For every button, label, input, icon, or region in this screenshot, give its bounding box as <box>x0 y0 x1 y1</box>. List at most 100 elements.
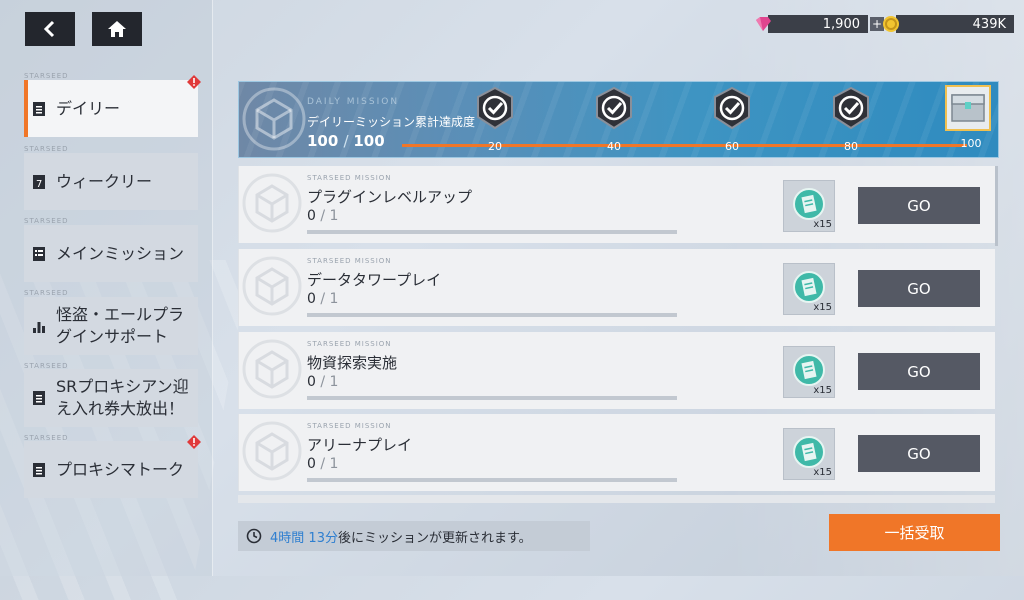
mission-name: データタワープレイ <box>307 271 442 289</box>
mission-name: プラグインレベルアップ <box>307 188 473 206</box>
milestone-80[interactable]: 80 <box>829 86 873 153</box>
mission-list-icon <box>33 246 45 261</box>
next-mission-row-edge <box>238 495 995 503</box>
cube-icon <box>242 87 306 151</box>
mission-row: STARSEED MISSION プラグインレベルアップ 0 / 1 x15 G… <box>238 166 995 243</box>
ticket-coin-icon <box>793 354 825 386</box>
timer-hours: 4時間 <box>270 530 305 546</box>
banner-title: デイリーミッション累計達成度 <box>307 115 476 129</box>
sidebar-item-weekly[interactable]: 7 ウィークリー <box>24 153 198 210</box>
milestone-40[interactable]: 40 <box>592 86 636 153</box>
ticket-coin-icon <box>793 271 825 303</box>
gem-count: 1,900 <box>768 15 868 33</box>
document-icon <box>33 462 45 477</box>
clock-icon <box>246 528 262 544</box>
progress-separator: / <box>315 208 330 224</box>
go-button[interactable]: GO <box>858 270 980 307</box>
reward-item[interactable]: x15 <box>783 346 835 398</box>
final-milestone-value: 100 <box>960 137 982 150</box>
mission-progress-current: 0 <box>307 456 316 472</box>
go-button[interactable]: GO <box>858 187 980 224</box>
check-badge-icon <box>833 86 869 130</box>
reward-quantity: x15 <box>813 385 832 396</box>
mission-progress-current: 0 <box>307 291 316 307</box>
milestone-value: 20 <box>488 140 502 153</box>
gem-icon <box>756 17 771 31</box>
banner-progress-current: 100 <box>307 132 339 150</box>
document-icon <box>33 101 45 116</box>
mission-progress: 0 / 1 <box>307 291 338 307</box>
mission-tag: STARSEED MISSION <box>307 422 392 430</box>
milestone-value: 60 <box>725 140 739 153</box>
cube-icon <box>242 421 302 481</box>
go-button[interactable]: GO <box>858 353 980 390</box>
mission-progress-total: 1 <box>329 374 339 390</box>
banner-progress-count: 100 / 100 <box>307 132 385 150</box>
mission-tag: STARSEED MISSION <box>307 257 392 265</box>
chevron-left-icon <box>43 20 55 38</box>
cube-icon <box>242 173 302 233</box>
progress-separator: / <box>315 291 330 307</box>
bar-chart-icon <box>33 322 45 333</box>
mission-progress-total: 1 <box>329 208 339 224</box>
calendar-icon: 7 <box>33 174 45 190</box>
ticket-coin-icon <box>793 436 825 468</box>
alert-icon <box>187 75 201 89</box>
check-badge-icon <box>477 86 513 130</box>
home-icon <box>108 21 126 37</box>
sidebar-item-plugin-support[interactable]: 怪盗・エールプラグインサポート <box>24 297 198 355</box>
coin-count: 439K <box>896 15 1014 33</box>
reward-quantity: x15 <box>813 467 832 478</box>
sidebar-item-label: プロキシマトーク <box>56 459 185 479</box>
milestone-20[interactable]: 20 <box>473 86 517 153</box>
mission-progress-bar <box>307 478 677 482</box>
cube-icon <box>242 256 302 316</box>
mission-progress-total: 1 <box>329 456 339 472</box>
mission-tag: STARSEED MISSION <box>307 174 392 182</box>
mission-progress: 0 / 1 <box>307 456 338 472</box>
sidebar-item-tag: STARSEED <box>24 145 69 153</box>
sidebar-item-tag: STARSEED <box>24 217 69 225</box>
banner-progress-total: 100 <box>353 132 385 150</box>
mission-progress-current: 0 <box>307 208 316 224</box>
daily-progress-banner: DAILY MISSION デイリーミッション累計達成度 100 / 100 2… <box>238 81 999 158</box>
scrollbar[interactable] <box>995 166 998 246</box>
mission-name: アリーナプレイ <box>307 436 413 454</box>
progress-separator: / <box>343 132 354 150</box>
alert-icon <box>187 435 201 449</box>
reward-quantity: x15 <box>813 302 832 313</box>
ticket-coin-icon <box>793 188 825 220</box>
sidebar-item-sr-ticket[interactable]: SRプロキシアン迎え入れ券大放出！ <box>24 369 198 427</box>
document-icon <box>33 391 45 405</box>
sidebar-item-label: メインミッション <box>56 243 185 263</box>
milestone-60[interactable]: 60 <box>710 86 754 153</box>
coin-icon <box>883 16 899 32</box>
sidebar-item-proxima-talk[interactable]: プロキシマトーク <box>24 441 198 498</box>
mission-tag: STARSEED MISSION <box>307 340 392 348</box>
claim-all-button[interactable]: 一括受取 <box>829 514 1000 551</box>
timer-suffix: 後にミッションが更新されます。 <box>337 530 532 546</box>
check-badge-icon <box>714 86 750 130</box>
reward-item[interactable]: x15 <box>783 263 835 315</box>
milestone-value: 80 <box>844 140 858 153</box>
sidebar-item-tag: STARSEED <box>24 72 69 80</box>
sidebar-item-daily[interactable]: デイリー <box>24 80 198 137</box>
mission-row: STARSEED MISSION アリーナプレイ 0 / 1 x15 GO <box>238 414 995 491</box>
mission-progress-current: 0 <box>307 374 316 390</box>
reward-chest-icon[interactable] <box>945 85 991 131</box>
sidebar-item-main-mission[interactable]: メインミッション <box>24 225 198 282</box>
mission-progress-bar <box>307 396 677 400</box>
milestone-value: 40 <box>607 140 621 153</box>
reward-item[interactable]: x15 <box>783 428 835 480</box>
home-button[interactable] <box>92 12 142 46</box>
back-button[interactable] <box>25 12 75 46</box>
check-badge-icon <box>596 86 632 130</box>
sidebar: STARSEED デイリー STARSEED 7 ウィークリー STARSEED… <box>0 0 213 576</box>
cube-icon <box>242 339 302 399</box>
go-button[interactable]: GO <box>858 435 980 472</box>
timer-minutes: 13分 <box>308 530 338 546</box>
mission-progress-bar <box>307 313 677 317</box>
banner-label: DAILY MISSION <box>307 97 400 107</box>
sidebar-item-tag: STARSEED <box>24 289 69 297</box>
reward-item[interactable]: x15 <box>783 180 835 232</box>
